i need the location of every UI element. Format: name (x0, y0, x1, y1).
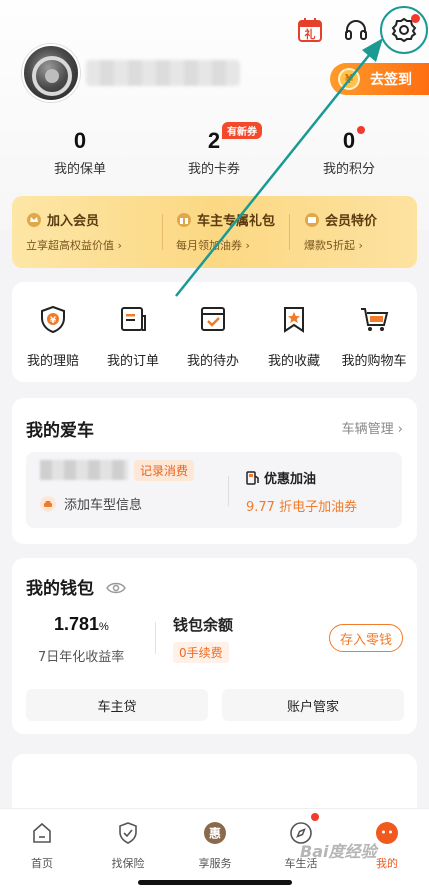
quick-label: 我的订单 (106, 354, 159, 369)
tab-label: 首页 (31, 857, 53, 870)
stat-points[interactable]: 0 我的积分 (294, 128, 404, 177)
quick-todo[interactable]: 我的待办 (173, 304, 253, 369)
divider (289, 214, 290, 250)
order-list-icon (121, 307, 146, 331)
car-owner-loan-button[interactable]: 车主贷 (26, 689, 208, 721)
points-notification-dot (357, 126, 365, 134)
my-car-card: 我的爱车 车辆管理 › 记录消费 添加车型信息 优惠加油 9.77 折电子加油券 (12, 398, 417, 544)
vehicle-management-label: 车辆管理 (341, 422, 394, 437)
quick-label: 我的购物车 (341, 354, 407, 369)
yield-rate-unit: % (99, 621, 109, 633)
member-sub: 立享超高权益价值 › (26, 239, 122, 252)
fuel-coupon-text[interactable]: 9.77 折电子加油券 (246, 496, 357, 515)
fuel-title-label: 优惠加油 (264, 472, 317, 487)
divider (162, 214, 163, 250)
wallet-balance-label: 钱包余额 (173, 616, 234, 634)
my-car-title: 我的爱车 (26, 421, 94, 441)
stat-label: 我的保单 (53, 162, 106, 177)
shopping-cart-icon (361, 308, 389, 331)
shield-check-icon (119, 822, 137, 844)
stat-label: 我的积分 (322, 162, 375, 177)
member-sub: 每月领加油券 › (176, 239, 250, 252)
yield-rate-label: 7日年化收益率 (38, 650, 125, 665)
coin-icon: ¥ (338, 68, 360, 90)
quick-cart[interactable]: 我的购物车 (334, 304, 414, 369)
stat-value: 0 (73, 128, 87, 153)
member-sub: 爆款5折起 › (304, 239, 363, 252)
gift-icon (177, 212, 191, 227)
bookmark-star-icon (284, 307, 304, 333)
add-car-model-link[interactable]: 添加车型信息 (40, 494, 142, 513)
settings-notification-dot (411, 14, 420, 23)
calendar-gift-icon[interactable]: 礼 (294, 14, 326, 46)
member-title: 会员特价 (325, 214, 378, 229)
stat-value: 0 (342, 128, 356, 153)
quick-actions-card: ¥ 我的理赔 我的订单 我的待办 我的收藏 我的购物车 (12, 282, 417, 382)
annotation-highlight-circle (380, 6, 428, 54)
tab-label: 找保险 (111, 857, 145, 870)
home-icon (33, 822, 51, 843)
content-placeholder-card (12, 754, 417, 814)
wheel-hub (45, 69, 59, 83)
member-join[interactable]: 加入会员 立享超高权益价值 › (26, 210, 122, 253)
member-special[interactable]: 会员特价 爆款5折起 › (304, 210, 377, 253)
member-gift[interactable]: 车主专属礼包 每月领加油券 › (176, 210, 275, 253)
quick-label: 我的理赔 (26, 354, 79, 369)
username-redacted[interactable] (86, 60, 240, 86)
sign-in-label: 去签到 (370, 72, 412, 88)
crown-icon (27, 212, 41, 227)
car-life-notification-dot (311, 813, 319, 821)
customer-service-headset-icon[interactable] (340, 14, 372, 46)
quick-claims[interactable]: ¥ 我的理赔 (13, 304, 93, 369)
quick-favorites[interactable]: 我的收藏 (254, 304, 334, 369)
record-expense-tag[interactable]: 记录消费 (134, 460, 195, 481)
member-title: 加入会员 (47, 214, 100, 229)
discount-hui-icon: 惠 (204, 822, 226, 844)
member-title: 车主专属礼包 (197, 214, 276, 229)
wallet-title: 我的钱包 (26, 579, 94, 599)
vehicle-management-link[interactable]: 车辆管理 › (342, 418, 403, 437)
zero-fee-tag: 0手续费 (173, 642, 229, 663)
wallet-card: 我的钱包 1.781% 7日年化收益率 钱包余额 0手续费 存入零钱 车主贷 账… (12, 558, 417, 734)
divider (155, 622, 156, 654)
wallet-title-row: 我的钱包 (26, 574, 126, 599)
price-tag-icon (305, 212, 319, 227)
sign-in-button[interactable]: ¥ 去签到 (330, 63, 429, 95)
fuel-discount-title[interactable]: 优惠加油 (246, 468, 316, 487)
fuel-pump-icon (246, 470, 259, 485)
stat-label: 我的卡券 (187, 162, 240, 177)
todo-check-icon (201, 307, 225, 331)
divider (228, 476, 229, 506)
car-icon (40, 495, 56, 512)
add-model-label: 添加车型信息 (64, 498, 143, 513)
tab-insurance[interactable]: 找保险 (98, 821, 158, 871)
avatar[interactable] (22, 44, 80, 102)
svg-text:礼: 礼 (305, 27, 316, 41)
yield-rate-value: 1.781 (54, 614, 100, 634)
svg-text:惠: 惠 (209, 826, 221, 841)
quick-orders[interactable]: 我的订单 (93, 304, 173, 369)
membership-banner: 加入会员 立享超高权益价值 › 车主专属礼包 每月领加油券 › 会员特价 爆款5… (12, 196, 417, 268)
tab-label: 享服务 (198, 857, 232, 870)
chevron-right-icon: › (397, 422, 403, 437)
quick-label: 我的待办 (186, 354, 239, 369)
license-plate-redacted (40, 460, 128, 480)
tab-services[interactable]: 惠 享服务 (185, 821, 245, 871)
quick-label: 我的收藏 (267, 354, 320, 369)
eye-visibility-icon[interactable] (106, 581, 126, 595)
profile-face-icon (376, 822, 398, 844)
account-manager-button[interactable]: 账户管家 (222, 689, 404, 721)
stat-policies[interactable]: 0 我的保单 (25, 128, 135, 177)
yield-rate: 1.781% (54, 614, 109, 635)
home-indicator (138, 880, 292, 885)
shield-yuan-icon: ¥ (41, 305, 65, 334)
tab-home[interactable]: 首页 (12, 821, 72, 871)
svg-text:¥: ¥ (50, 316, 57, 326)
new-coupon-badge: 有新券 (222, 122, 262, 139)
car-info-panel: 记录消费 添加车型信息 优惠加油 9.77 折电子加油券 (26, 452, 402, 528)
deposit-change-button[interactable]: 存入零钱 (329, 624, 403, 652)
watermark: Bai度经验 (300, 842, 377, 861)
